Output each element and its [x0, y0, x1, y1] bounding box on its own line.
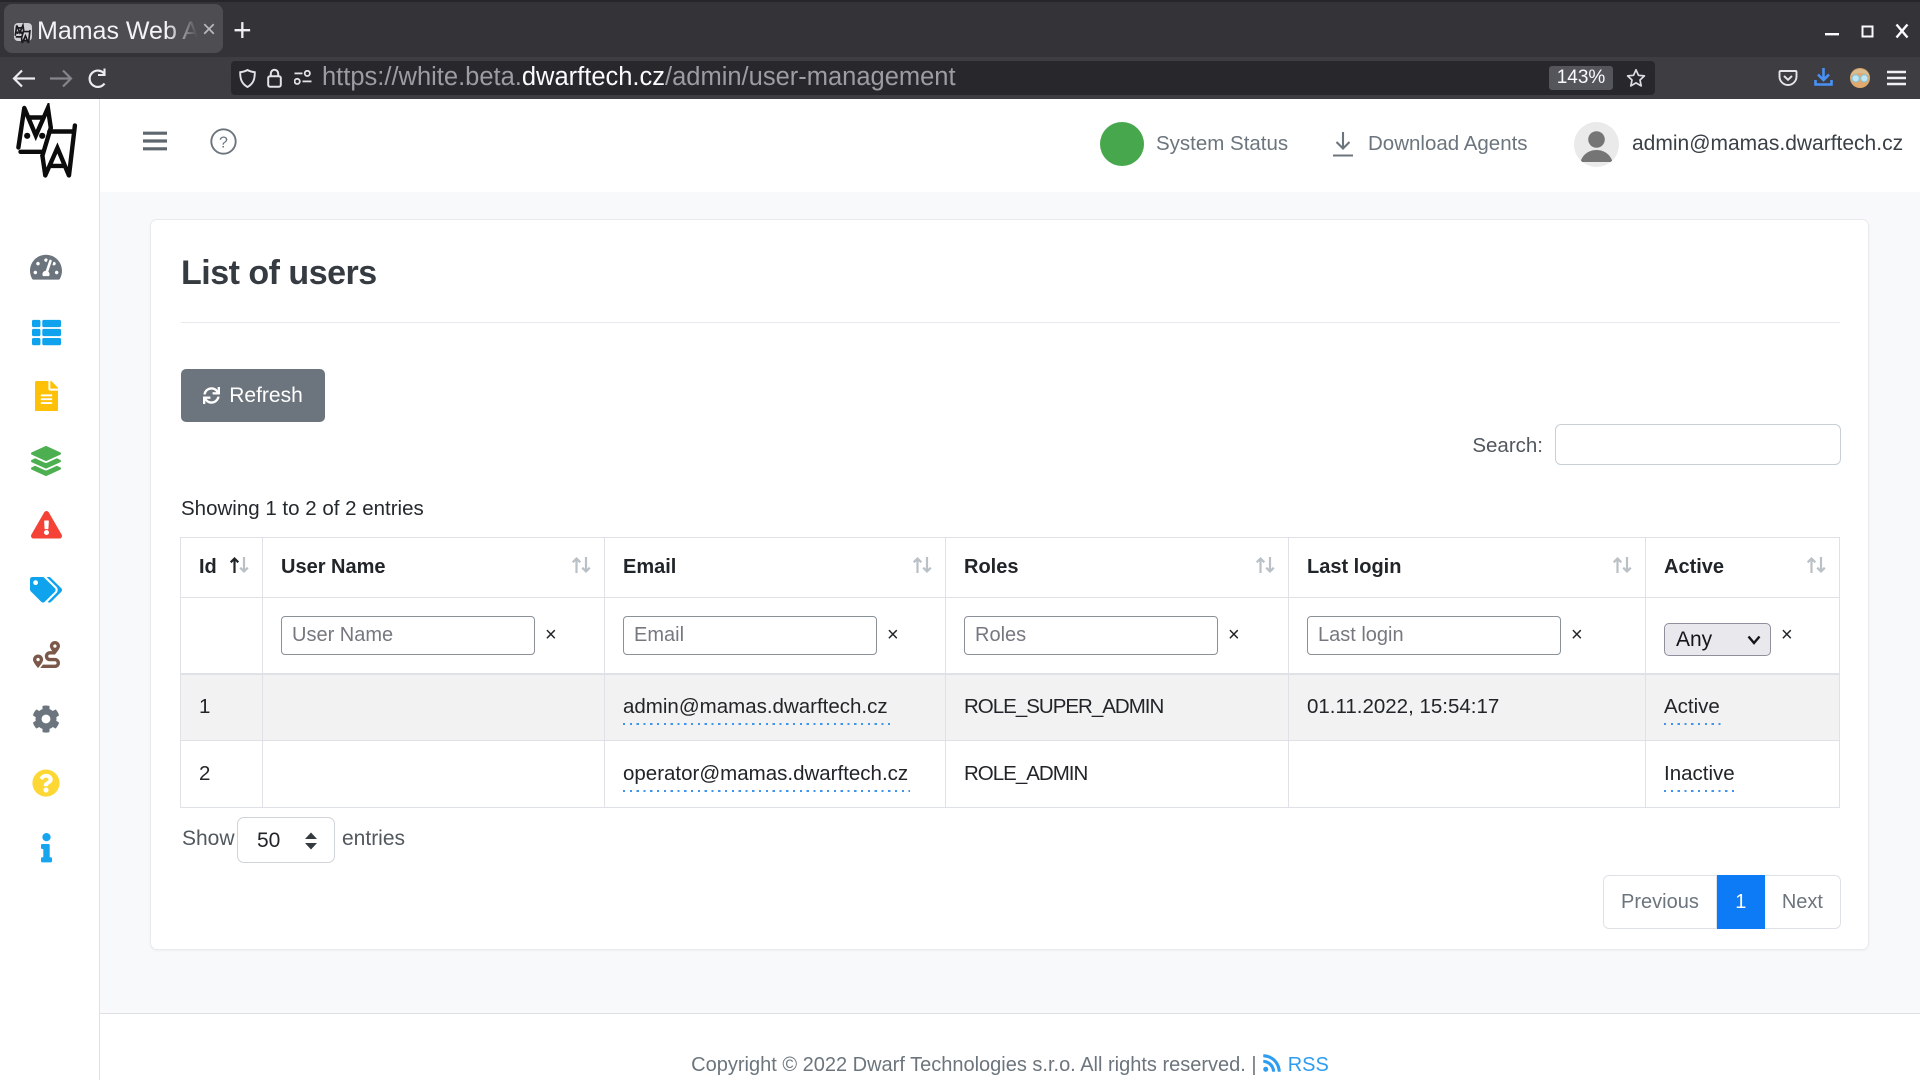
svg-text:?: ?	[219, 135, 228, 152]
